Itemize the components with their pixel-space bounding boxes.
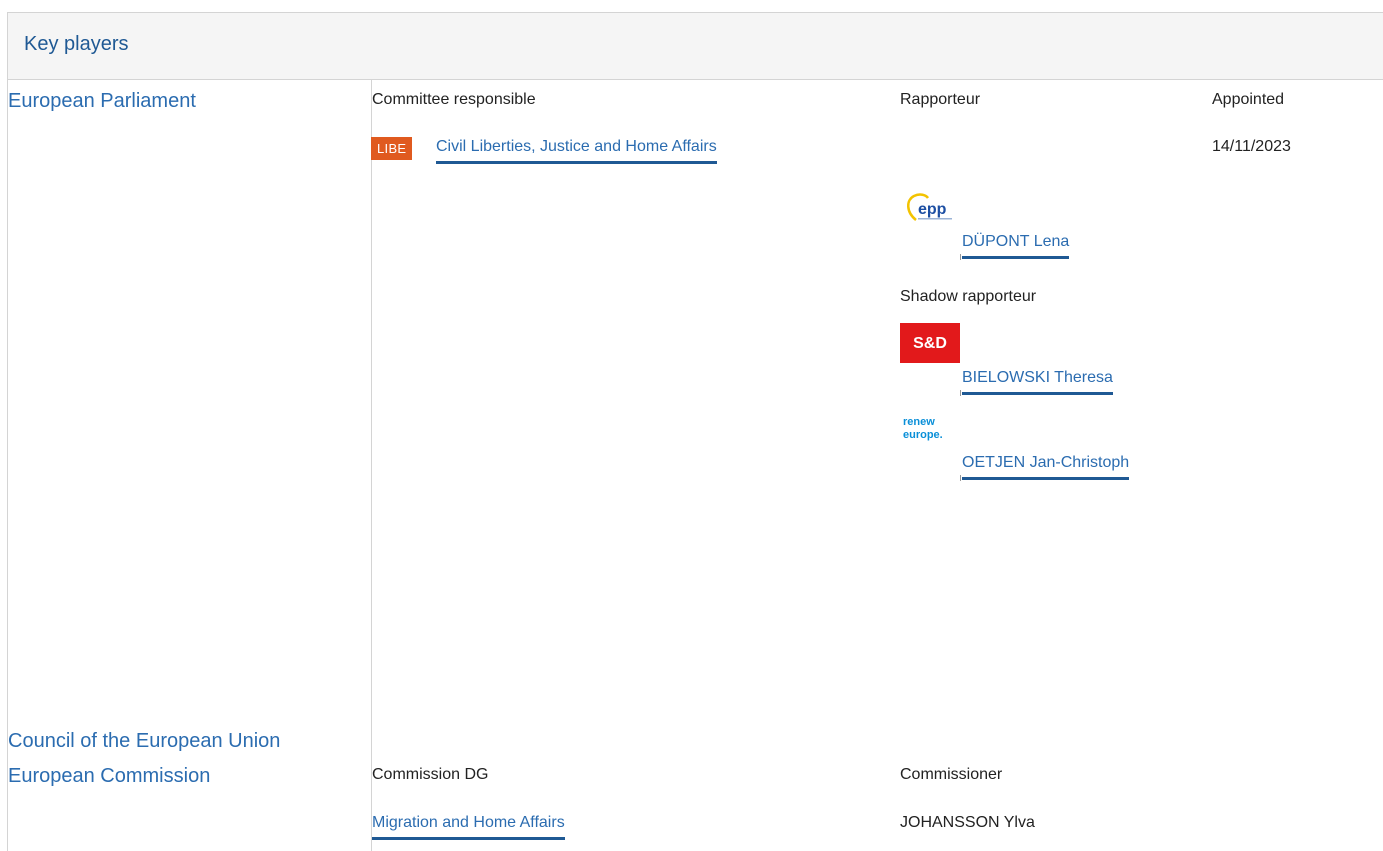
commissioner-header: Commissioner <box>900 766 1003 783</box>
svg-text:europe.: europe. <box>903 429 943 441</box>
appointed-header: Appointed <box>1212 91 1285 108</box>
appointed-date: 14/11/2023 <box>1212 138 1291 155</box>
logo-frame-tick <box>960 475 961 481</box>
epp-logo-icon: epp <box>900 190 960 260</box>
s-and-d-logo-icon: S&D <box>900 323 960 363</box>
logo-frame-tick <box>960 254 961 260</box>
column-divider <box>371 80 372 851</box>
commission-dg-link[interactable]: Migration and Home Affairs <box>372 814 565 840</box>
svg-text:S&D: S&D <box>913 335 947 352</box>
committee-responsible-header: Committee responsible <box>372 91 536 108</box>
section-title: Key players <box>24 33 129 55</box>
shadow-link-oetjen[interactable]: OETJEN Jan-Christoph <box>962 454 1130 480</box>
section-header: Key players <box>7 12 1383 80</box>
commission-dg-header: Commission DG <box>372 766 489 783</box>
svg-text:renew: renew <box>903 416 935 428</box>
rapporteur-link[interactable]: DÜPONT Lena <box>962 233 1070 259</box>
institution-council[interactable]: Council of the European Union <box>8 730 280 753</box>
logo-frame-tick <box>960 390 961 396</box>
institution-european-parliament[interactable]: European Parliament <box>8 90 196 113</box>
committee-link[interactable]: Civil Liberties, Justice and Home Affair… <box>436 138 717 164</box>
commissioner-name: JOHANSSON Ylva <box>900 814 1035 831</box>
key-players-panel: Key players European Parliament Council … <box>0 0 1383 851</box>
institutions-column: European Parliament Council of the Europ… <box>7 80 372 851</box>
shadow-link-bielowski[interactable]: BIELOWSKI Theresa <box>962 369 1113 395</box>
shadow-rapporteur-header: Shadow rapporteur <box>900 288 1037 305</box>
svg-text:epp: epp <box>918 201 947 218</box>
committee-badge: LIBE <box>371 137 413 160</box>
rapporteur-header: Rapporteur <box>900 91 981 108</box>
renew-europe-logo-icon: renew europe. <box>900 405 960 455</box>
institution-european-commission[interactable]: European Commission <box>8 765 210 788</box>
